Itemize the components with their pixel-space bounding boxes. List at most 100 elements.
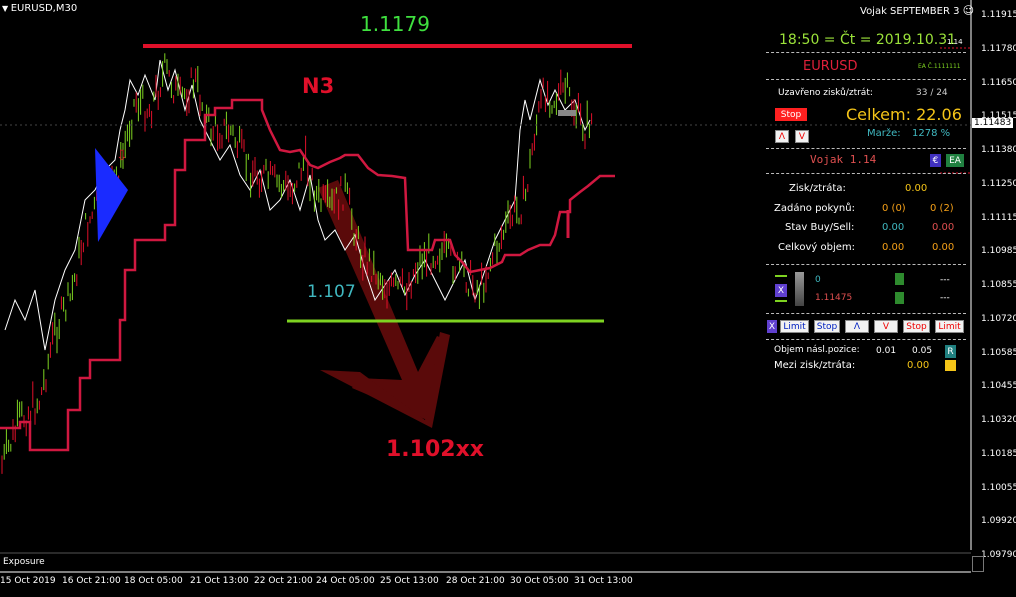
state-buy: 0.00 [882,222,905,233]
margin-value: 1278 % [912,128,951,139]
close-price-line [4,59,591,351]
symbol-title: EURUSD,M30 [10,3,78,14]
sell-toggle-icon[interactable] [895,292,904,304]
limit-sell-button[interactable]: Limit [935,320,964,333]
stop-buy-button[interactable]: Stop [814,320,840,333]
down-arrow-icon [318,180,450,428]
closed-trades-value: 33 / 24 [916,88,948,98]
next-volume-a[interactable]: 0.01 [876,346,896,356]
time-tick-label: 15 Oct 2019 [0,576,56,586]
close-all-button[interactable]: X [767,320,777,333]
brand-label: Vojak 1.14 [810,153,877,166]
panel-separator [766,148,966,149]
panel-separator [766,79,966,80]
panel-separator [766,52,966,53]
down-small-button[interactable]: V [795,130,809,143]
orders-label: Zadáno pokynů: [774,203,855,214]
price-tick-label: 1.11650 [981,77,1016,88]
stop-sell-button[interactable]: Stop [903,320,930,333]
panel-symbol: EURUSD [803,59,858,74]
price-tick-label: 1.11780 [981,43,1016,54]
support-label: 1.107 [307,282,356,302]
time-tick-label: 16 Oct 21:00 [62,576,121,586]
limit-buy-button[interactable]: Limit [780,320,809,333]
orders-buy: 0 (0) [882,203,906,214]
panel-clock: 18:50 = Čt = 2019.10.31 [779,32,957,48]
price-tick-label: 1.11915 [981,10,1016,20]
current-price-tag: 1.11483 [972,118,1014,128]
state-label: Stav Buy/Sell: [785,222,855,233]
price-tick-label: 1.09920 [981,516,1016,527]
price-tick-label: 1.11380 [981,145,1016,155]
reset-button[interactable]: R [945,345,956,358]
panel-clock-suffix: 1.14 [947,38,963,46]
state-sell: 0.00 [932,222,955,233]
panel-separator [766,173,966,174]
ea-button[interactable]: EA [946,154,964,167]
volume-buy: 0.00 [882,242,905,253]
price-tick-label: 1.10985 [981,246,1016,257]
top-right-title: Vojak SEPTEMBER 3 ☺ [860,4,974,17]
panel-separator [766,264,966,265]
position-slider[interactable] [795,272,804,306]
panel-ea-tag: EA Č.1111111 [918,63,961,70]
closed-trades-label: Uzavřeno zisků/ztrát: [778,88,873,98]
orders-sell: 0 (2) [930,203,954,214]
chart-title: ▼ EURUSD,M30 [2,3,77,14]
indicator-line [0,98,615,452]
dashes-2: --- [940,293,950,303]
up-small-button[interactable]: Λ [775,130,789,143]
dashes-1: --- [940,275,950,285]
price-tick-label: 1.10320 [981,415,1016,425]
line1-value: 0 [815,275,821,285]
price-tick-label: 1.11250 [981,178,1016,189]
mid-profit-toggle-icon[interactable] [945,360,956,371]
panel-separator [766,339,966,340]
indicator-name: Vojak SEPTEMBER 3 [860,6,960,17]
dropdown-arrow-icon[interactable]: ▼ [2,4,11,13]
n3-label: N3 [302,74,335,98]
target-label: 1.102xx [386,437,484,462]
down-marker-icon: ⇩ [116,148,128,164]
next-volume-label: Objem násl.pozice: [774,345,860,355]
volume-label: Celkový objem: [778,242,855,253]
time-tick-label: 31 Oct 13:00 [574,576,633,586]
scroll-right-button[interactable] [972,556,984,572]
time-tick-label: 28 Oct 21:00 [446,576,505,586]
price-tick-label: 1.10455 [981,381,1016,392]
price-tick-label: 1.10585 [981,347,1016,358]
panel-separator [766,313,966,314]
price-tick-label: 1.10185 [981,448,1016,459]
mid-profit-label: Mezi zisk/ztráta: [774,360,856,371]
sell-button[interactable]: V [874,320,898,333]
next-volume-b[interactable]: 0.05 [912,346,932,356]
price-tick-label: 1.09790 [981,550,1016,560]
profit-value: 0.00 [905,183,928,194]
price-tick-label: 1.11115 [981,212,1016,223]
candlesticks [1,53,593,474]
time-tick-label: 21 Oct 13:00 [190,576,249,586]
current-bar-marker [558,110,576,116]
price-tick-label: 1.10855 [981,280,1016,290]
time-tick-label: 18 Oct 05:00 [124,576,183,586]
time-tick-label: 22 Oct 21:00 [254,576,313,586]
time-tick-label: 30 Oct 05:00 [510,576,569,586]
exposure-tab[interactable]: Exposure [3,557,45,567]
margin-label: Marže: [867,128,901,139]
stop-button[interactable]: Stop [775,108,807,121]
buy-button[interactable]: Λ [845,320,869,333]
profit-label: Zisk/ztráta: [789,183,846,194]
time-tick-label: 24 Oct 05:00 [316,576,375,586]
mid-profit-value: 0.00 [907,360,930,371]
price-tick-label: 1.10720 [981,313,1016,324]
resistance-label: 1.1179 [360,12,430,36]
close-position-button[interactable]: X [775,284,787,297]
buy-toggle-icon[interactable] [895,273,904,285]
line2-value: 1.11475 [815,293,853,303]
buy-line-marker [775,300,787,302]
volume-sell: 0.00 [932,242,955,253]
euro-button[interactable]: € [930,154,941,167]
time-tick-label: 25 Oct 13:00 [380,576,439,586]
price-tick-label: 1.10055 [981,482,1016,493]
smiley-icon[interactable]: ☺ [963,4,974,17]
